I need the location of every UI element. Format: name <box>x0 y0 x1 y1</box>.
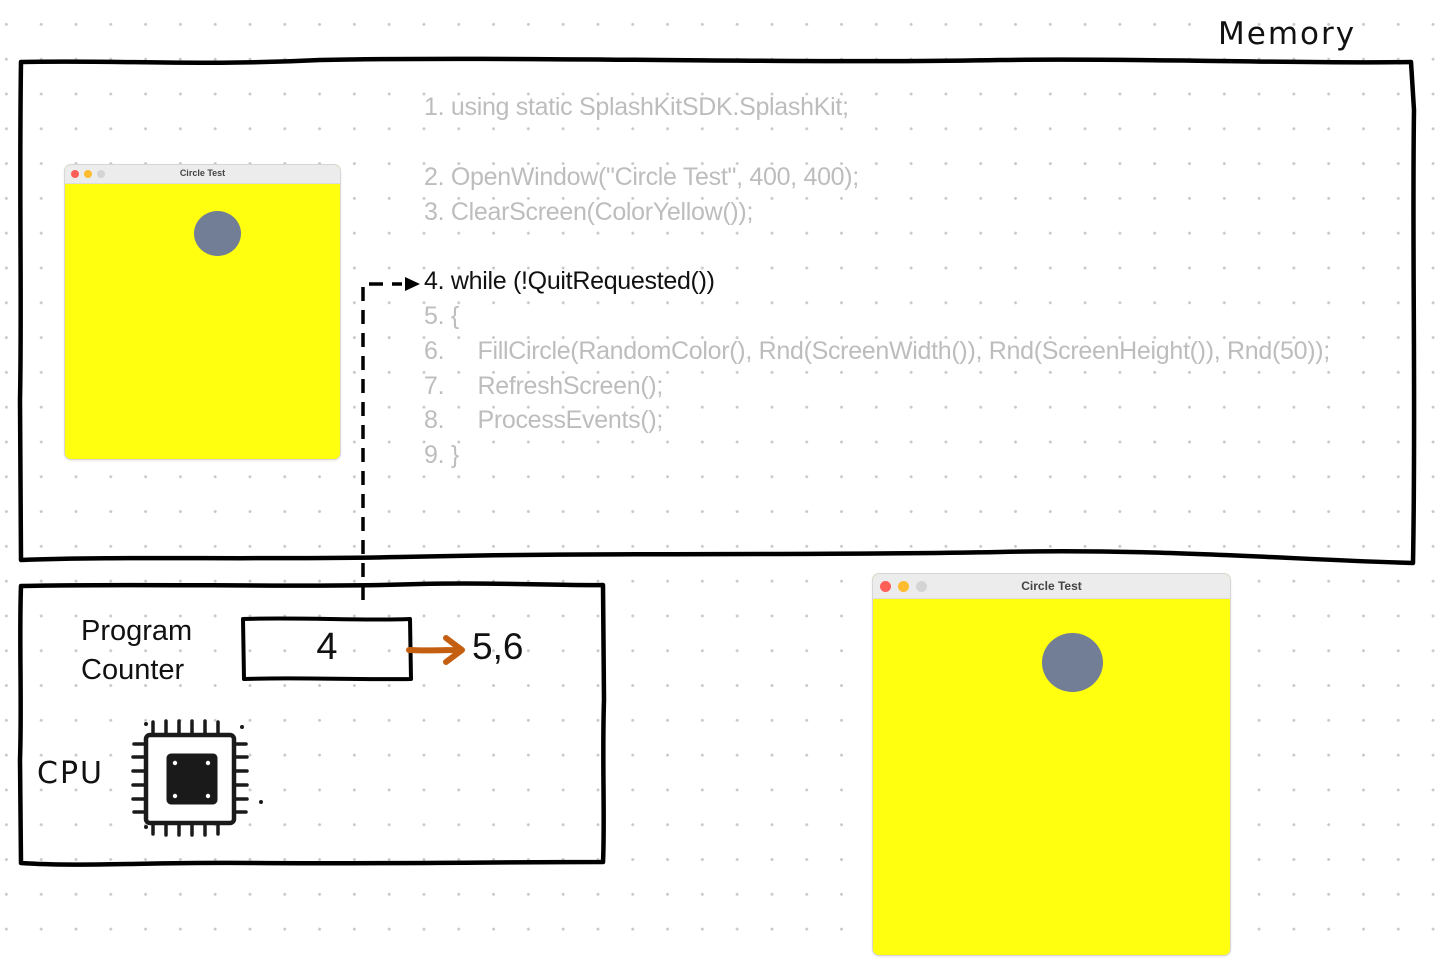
code-line-9: 9. } <box>424 441 459 469</box>
program-counter-next-value: 5,6 <box>472 626 524 667</box>
output-window-titlebar: Circle Test <box>873 574 1230 599</box>
memory-preview-window: Circle Test <box>65 165 340 459</box>
memory-label: Memory <box>1218 16 1357 52</box>
code-line-8: 8. ProcessEvents(); <box>424 406 664 434</box>
pc-pointer-arrowhead <box>405 277 420 291</box>
code-line-1: 1. using static SplashKitSDK.SplashKit; <box>424 93 849 121</box>
preview-window-titlebar: Circle Test <box>65 165 340 184</box>
cpu-chip-icon <box>131 719 263 837</box>
cpu-label: CPU <box>37 756 104 791</box>
pc-pointer-dashed-line <box>361 282 402 600</box>
code-line-2: 2. OpenWindow("Circle Test", 400, 400); <box>424 163 859 191</box>
code-line-6: 6. FillCircle(RandomColor(), Rnd(ScreenW… <box>424 337 1330 365</box>
code-line-5: 5. { <box>424 302 459 330</box>
drawn-circle <box>194 211 241 256</box>
code-line-4-current: 4. while (!QuitRequested()) <box>424 267 715 295</box>
drawn-circle <box>1042 633 1103 692</box>
program-counter-label: Program Counter <box>81 615 193 686</box>
output-window-title: Circle Test <box>1021 579 1082 593</box>
program-counter-value: 4 <box>316 626 338 668</box>
preview-window-title: Circle Test <box>179 168 226 178</box>
code-line-7: 7. RefreshScreen(); <box>424 372 664 400</box>
pc-next-arrow <box>406 635 465 665</box>
code-line-3: 3. ClearScreen(ColorYellow()); <box>424 198 754 226</box>
output-window: Circle Test <box>873 574 1230 955</box>
